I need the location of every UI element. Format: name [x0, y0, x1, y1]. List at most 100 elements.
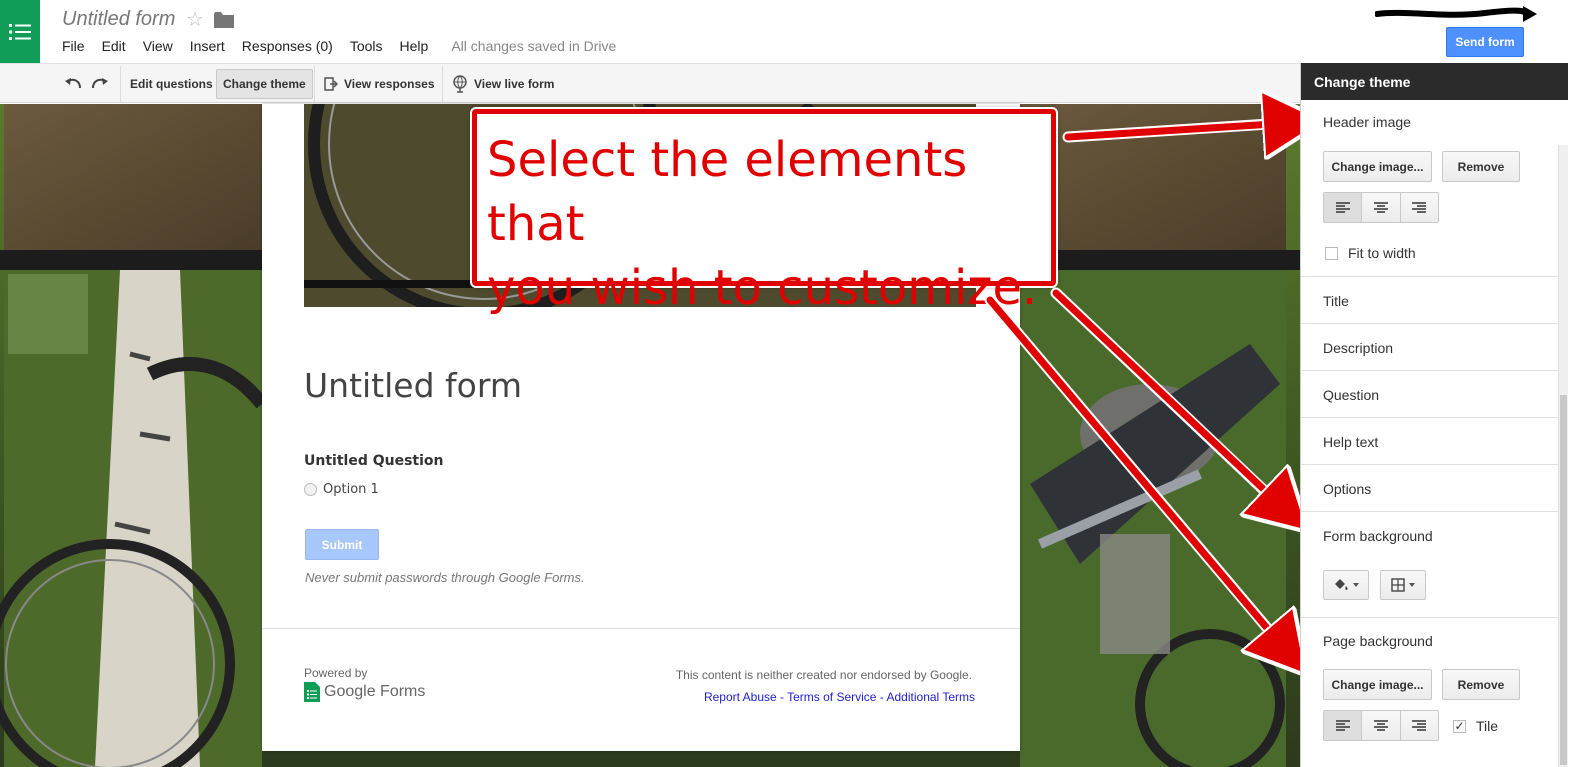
fit-to-width-checkbox[interactable]: Fit to width: [1325, 245, 1416, 261]
border-dropdown[interactable]: [1380, 570, 1426, 600]
edit-questions-label: Edit questions: [130, 77, 213, 91]
align-left-button[interactable]: [1324, 193, 1363, 222]
align-center-icon: [1373, 719, 1388, 731]
menu-responses[interactable]: Responses (0): [242, 38, 333, 54]
menu-tools[interactable]: Tools: [350, 38, 383, 54]
menu-edit[interactable]: Edit: [102, 38, 126, 54]
terms-of-service-link[interactable]: Terms of Service: [787, 690, 876, 704]
change-header-image-button[interactable]: Change image...: [1323, 151, 1432, 182]
theme-options-item[interactable]: Options: [1323, 481, 1371, 497]
undo-icon: [65, 78, 81, 89]
endorsement-notice: This content is neither created nor endo…: [675, 668, 972, 682]
section-divider: [1301, 417, 1559, 418]
footer-divider: [262, 628, 1020, 629]
grid-border-icon: [1391, 578, 1405, 592]
additional-terms-link[interactable]: Additional Terms: [887, 690, 976, 704]
forms-app-icon[interactable]: [0, 0, 40, 63]
powered-by-label: Powered by: [304, 666, 368, 680]
align-left-icon: [1335, 201, 1350, 213]
align-center-icon: [1373, 201, 1388, 213]
menu-file[interactable]: File: [62, 38, 85, 54]
section-divider: [1301, 464, 1559, 465]
form-background-label: Form background: [1323, 528, 1433, 544]
google-forms-logo[interactable]: Google Forms: [304, 682, 425, 702]
panel-scrollbar[interactable]: [1558, 145, 1568, 767]
report-abuse-link[interactable]: Report Abuse: [704, 690, 777, 704]
align-right-icon: [1412, 719, 1427, 731]
star-icon[interactable]: ☆: [186, 7, 204, 32]
redo-button[interactable]: [85, 69, 121, 99]
password-warning: Never submit passwords through Google Fo…: [305, 570, 585, 585]
section-divider: [1301, 617, 1559, 618]
align-left-icon: [1335, 719, 1350, 731]
toolbar-separator: [120, 66, 121, 102]
forms-logo-icon: [304, 682, 320, 702]
toolbar-separator: [442, 66, 443, 102]
align-left-button[interactable]: [1324, 711, 1363, 740]
list-icon: [9, 23, 31, 40]
section-divider: [1301, 276, 1559, 277]
option-label: Option 1: [323, 482, 379, 497]
remove-header-image-button[interactable]: Remove: [1442, 151, 1520, 182]
toolbar: Edit questions Change theme View respons…: [0, 63, 1300, 103]
footer-links: Report Abuse - Terms of Service - Additi…: [704, 690, 975, 704]
send-form-button[interactable]: Send form: [1446, 27, 1524, 57]
menu-bar: File Edit View Insert Responses (0) Tool…: [62, 38, 616, 54]
radio-button[interactable]: [304, 483, 317, 496]
scrollbar-thumb[interactable]: [1560, 395, 1567, 765]
theme-description-item[interactable]: Description: [1323, 340, 1393, 356]
menu-insert[interactable]: Insert: [190, 38, 225, 54]
submit-button[interactable]: Submit: [305, 529, 379, 560]
paint-bucket-icon: [1335, 579, 1348, 590]
folder-icon[interactable]: [214, 12, 234, 31]
fit-to-width-box[interactable]: [1325, 246, 1338, 260]
edit-questions-button[interactable]: Edit questions: [124, 69, 219, 99]
chevron-down-icon: [1409, 583, 1415, 587]
view-responses-button[interactable]: View responses: [318, 69, 441, 99]
annotation-line-2: you wish to customize.: [487, 260, 1038, 316]
option-radio[interactable]: Option 1: [304, 482, 379, 497]
form-title[interactable]: Untitled form: [304, 366, 522, 405]
fit-to-width-label: Fit to width: [1348, 245, 1416, 261]
tile-box[interactable]: ✓: [1453, 719, 1466, 733]
section-divider: [1301, 323, 1559, 324]
align-right-button[interactable]: [1400, 193, 1438, 222]
link-separator: -: [876, 690, 887, 704]
align-center-button[interactable]: [1362, 193, 1401, 222]
menu-view[interactable]: View: [143, 38, 173, 54]
remove-page-image-button[interactable]: Remove: [1442, 669, 1520, 700]
page-background-label: Page background: [1323, 633, 1433, 649]
tile-label: Tile: [1476, 718, 1499, 734]
view-live-form-label: View live form: [474, 77, 555, 91]
save-status: All changes saved in Drive: [451, 38, 617, 54]
link-separator: -: [776, 690, 788, 704]
header-align-group: [1323, 192, 1439, 223]
section-divider: [1301, 511, 1559, 512]
annotation-callout: Select the elements that you wish to cus…: [472, 109, 1056, 316]
section-divider: [1301, 370, 1559, 371]
align-right-button[interactable]: [1400, 711, 1438, 740]
align-center-button[interactable]: [1362, 711, 1401, 740]
google-forms-text: Google Forms: [324, 683, 426, 700]
theme-help-text-item[interactable]: Help text: [1323, 434, 1378, 450]
theme-title-item[interactable]: Title: [1323, 293, 1349, 309]
header-image-label: Header image: [1323, 114, 1411, 130]
panel-title: Change theme: [1301, 63, 1568, 100]
responses-icon: [324, 77, 338, 91]
globe-icon: [453, 75, 467, 93]
menu-help[interactable]: Help: [400, 38, 429, 54]
align-right-icon: [1412, 201, 1427, 213]
theme-question-item[interactable]: Question: [1323, 387, 1379, 403]
chevron-down-icon: [1353, 583, 1359, 587]
view-responses-label: View responses: [344, 77, 435, 91]
tile-checkbox[interactable]: ✓ Tile: [1453, 718, 1498, 734]
document-title[interactable]: Untitled form: [62, 8, 175, 31]
toolbar-separator: [314, 66, 315, 102]
annotation-line-1: Select the elements that: [487, 132, 968, 252]
view-live-form-button[interactable]: View live form: [446, 69, 560, 99]
change-theme-button[interactable]: Change theme: [216, 69, 313, 99]
change-page-image-button[interactable]: Change image...: [1323, 669, 1432, 700]
fill-color-dropdown[interactable]: [1323, 570, 1369, 600]
change-theme-panel: Change theme Header image Change image..…: [1300, 63, 1568, 767]
question-title: Untitled Question: [304, 453, 444, 469]
